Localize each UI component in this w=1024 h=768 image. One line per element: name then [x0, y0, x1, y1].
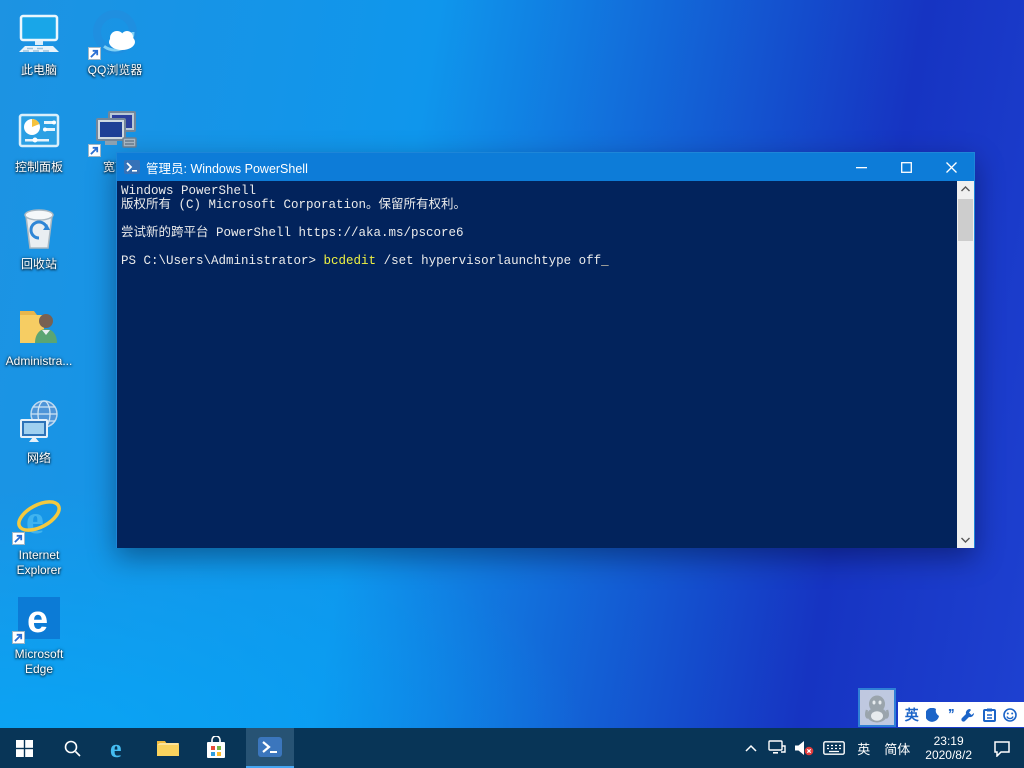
notification-icon — [993, 740, 1011, 757]
ime-fullwidth-moon-icon[interactable] — [926, 708, 940, 722]
console-cursor: _ — [601, 254, 609, 268]
touch-keyboard-button[interactable] — [818, 728, 850, 768]
ime-variant-indicator[interactable]: 简体 — [877, 728, 917, 768]
maximize-button[interactable] — [884, 153, 929, 181]
console-scrollbar[interactable] — [957, 181, 974, 548]
console-prompt-line: PS C:\Users\Administrator> bcdedit /set … — [121, 254, 954, 268]
console-line: 版权所有 (C) Microsoft Corporation。保留所有权利。 — [121, 198, 954, 212]
search-icon — [63, 739, 81, 757]
microsoft-store-icon — [205, 736, 227, 760]
clock-time: 23:19 — [925, 734, 972, 748]
keyboard-icon — [823, 741, 845, 755]
taskbar: e — [0, 728, 1024, 768]
windows-desktop: { "desktop": { "icons": { "this_pc": "此电… — [0, 0, 1024, 768]
user-folder-icon — [0, 299, 78, 351]
network-tray-button[interactable] — [764, 728, 790, 768]
desktop-icon-label: 此电脑 — [0, 63, 78, 78]
desktop-icon-label: 控制面板 — [0, 160, 78, 175]
edge-icon: e — [107, 735, 133, 761]
minimize-button[interactable] — [839, 153, 884, 181]
desktop-icon-this-pc[interactable]: 此电脑 — [0, 8, 78, 78]
clock[interactable]: 23:19 2020/8/2 — [917, 728, 980, 768]
console-line: Windows PowerShell — [121, 184, 954, 198]
desktop-icon-label: Internet Explorer — [0, 548, 78, 578]
show-hidden-icons-button[interactable] — [738, 728, 764, 768]
internet-explorer-icon: e — [0, 493, 78, 545]
shortcut-arrow-icon — [88, 47, 101, 60]
console-line: 尝试新的跨平台 PowerShell https://aka.ms/pscore… — [121, 226, 954, 240]
system-tray: 英 简体 23:19 2020/8/2 — [738, 728, 1024, 768]
console-args: /set hypervisorlaunchtype off — [376, 254, 601, 268]
console-line-blank — [121, 240, 954, 254]
shortcut-arrow-icon — [12, 532, 25, 545]
desktop-icon-qq-browser[interactable]: QQ浏览器 — [76, 8, 154, 78]
window-titlebar[interactable]: 管理员: Windows PowerShell — [117, 153, 974, 181]
desktop-icon-administrator-folder[interactable]: Administra... — [0, 299, 78, 369]
window-title: 管理员: Windows PowerShell — [146, 158, 308, 177]
taskbar-store-button[interactable] — [192, 728, 240, 768]
taskbar-edge-button[interactable]: e — [96, 728, 144, 768]
close-button[interactable] — [929, 153, 974, 181]
qq-penguin-icon — [864, 693, 890, 723]
desktop-icon-microsoft-edge[interactable]: e Microsoft Edge — [0, 592, 78, 677]
network-icon — [0, 396, 78, 448]
console-prompt: PS C:\Users\Administrator> — [121, 254, 324, 268]
powershell-icon — [257, 734, 283, 760]
shortcut-arrow-icon — [12, 631, 25, 644]
qq-ime-avatar[interactable] — [858, 688, 896, 727]
recycle-bin-icon — [0, 202, 78, 254]
desktop-icon-label: QQ浏览器 — [76, 63, 154, 78]
clock-date: 2020/8/2 — [925, 748, 972, 762]
console-command: bcdedit — [324, 254, 377, 268]
chevron-up-icon — [745, 744, 757, 752]
scroll-up-icon[interactable] — [957, 181, 974, 197]
volume-tray-button[interactable] — [790, 728, 818, 768]
broadband-connection-icon — [76, 105, 154, 157]
ime-language-indicator[interactable]: 英 — [850, 728, 877, 768]
desktop-icon-label: 网络 — [0, 451, 78, 466]
control-panel-icon — [0, 105, 78, 157]
ime-settings-wrench-icon[interactable] — [961, 708, 975, 722]
powershell-window: 管理员: Windows PowerShell Windows PowerShe… — [116, 152, 975, 548]
desktop-icon-control-panel[interactable]: 控制面板 — [0, 105, 78, 175]
qq-browser-icon — [76, 8, 154, 60]
ime-mode-toggle[interactable]: 英 — [905, 705, 919, 725]
ime-emoji-smiley-icon[interactable] — [1003, 708, 1017, 722]
taskbar-powershell-button[interactable] — [246, 728, 294, 768]
scrollbar-thumb[interactable] — [958, 199, 973, 241]
action-center-button[interactable] — [980, 728, 1024, 768]
ime-punctuation-toggle[interactable]: ’’ — [948, 706, 954, 723]
console-line-blank — [121, 212, 954, 226]
desktop-icon-label: Microsoft Edge — [0, 647, 78, 677]
powershell-icon — [124, 159, 140, 175]
start-button[interactable] — [0, 728, 48, 768]
scroll-down-icon[interactable] — [957, 532, 974, 548]
search-button[interactable] — [48, 728, 96, 768]
network-ethernet-icon — [768, 740, 786, 756]
folder-icon — [156, 738, 180, 758]
windows-logo-icon — [16, 740, 33, 757]
desktop-icon-internet-explorer[interactable]: e Internet Explorer — [0, 493, 78, 578]
svg-text:e: e — [110, 735, 122, 761]
ime-clipboard-icon[interactable] — [983, 708, 996, 722]
microsoft-edge-icon: e — [0, 592, 78, 644]
taskbar-file-explorer-button[interactable] — [144, 728, 192, 768]
ime-toolbar: 英 ’’ — [898, 702, 1024, 727]
volume-muted-icon — [794, 740, 814, 756]
desktop-icon-label: 回收站 — [0, 257, 78, 272]
this-pc-icon — [0, 8, 78, 60]
desktop-icon-label: Administra... — [0, 354, 78, 369]
svg-text:e: e — [27, 599, 48, 641]
console-output[interactable]: Windows PowerShell 版权所有 (C) Microsoft Co… — [117, 181, 974, 548]
desktop-icon-recycle-bin[interactable]: 回收站 — [0, 202, 78, 272]
shortcut-arrow-icon — [88, 144, 101, 157]
desktop-icon-network[interactable]: 网络 — [0, 396, 78, 466]
